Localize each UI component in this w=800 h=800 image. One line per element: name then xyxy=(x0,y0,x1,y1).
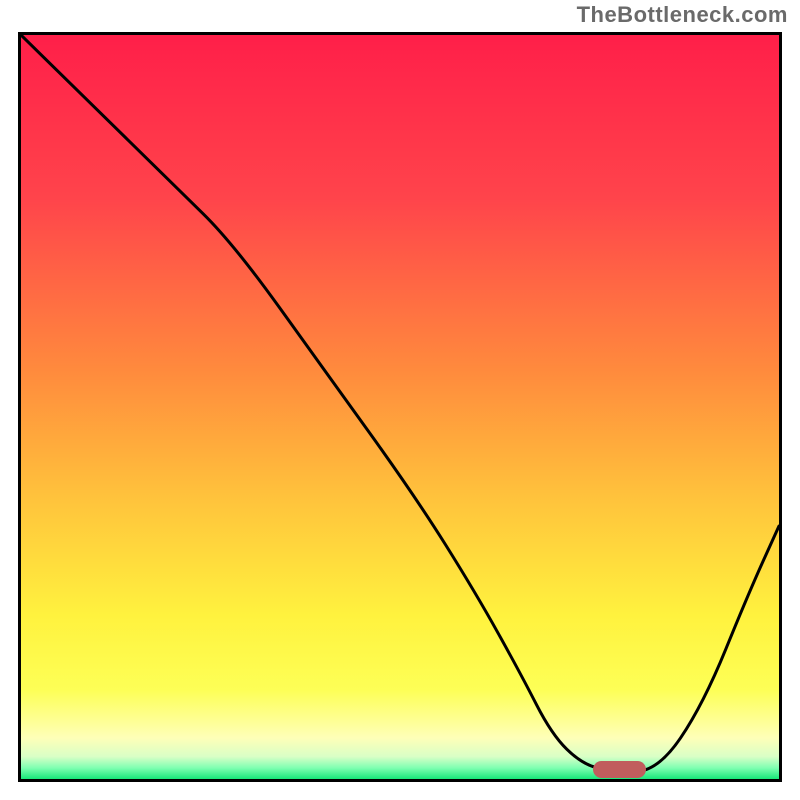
chart-frame xyxy=(18,32,782,782)
watermark-text: TheBottleneck.com xyxy=(577,2,788,28)
chart-plot xyxy=(21,35,779,779)
optimal-marker xyxy=(593,761,646,778)
